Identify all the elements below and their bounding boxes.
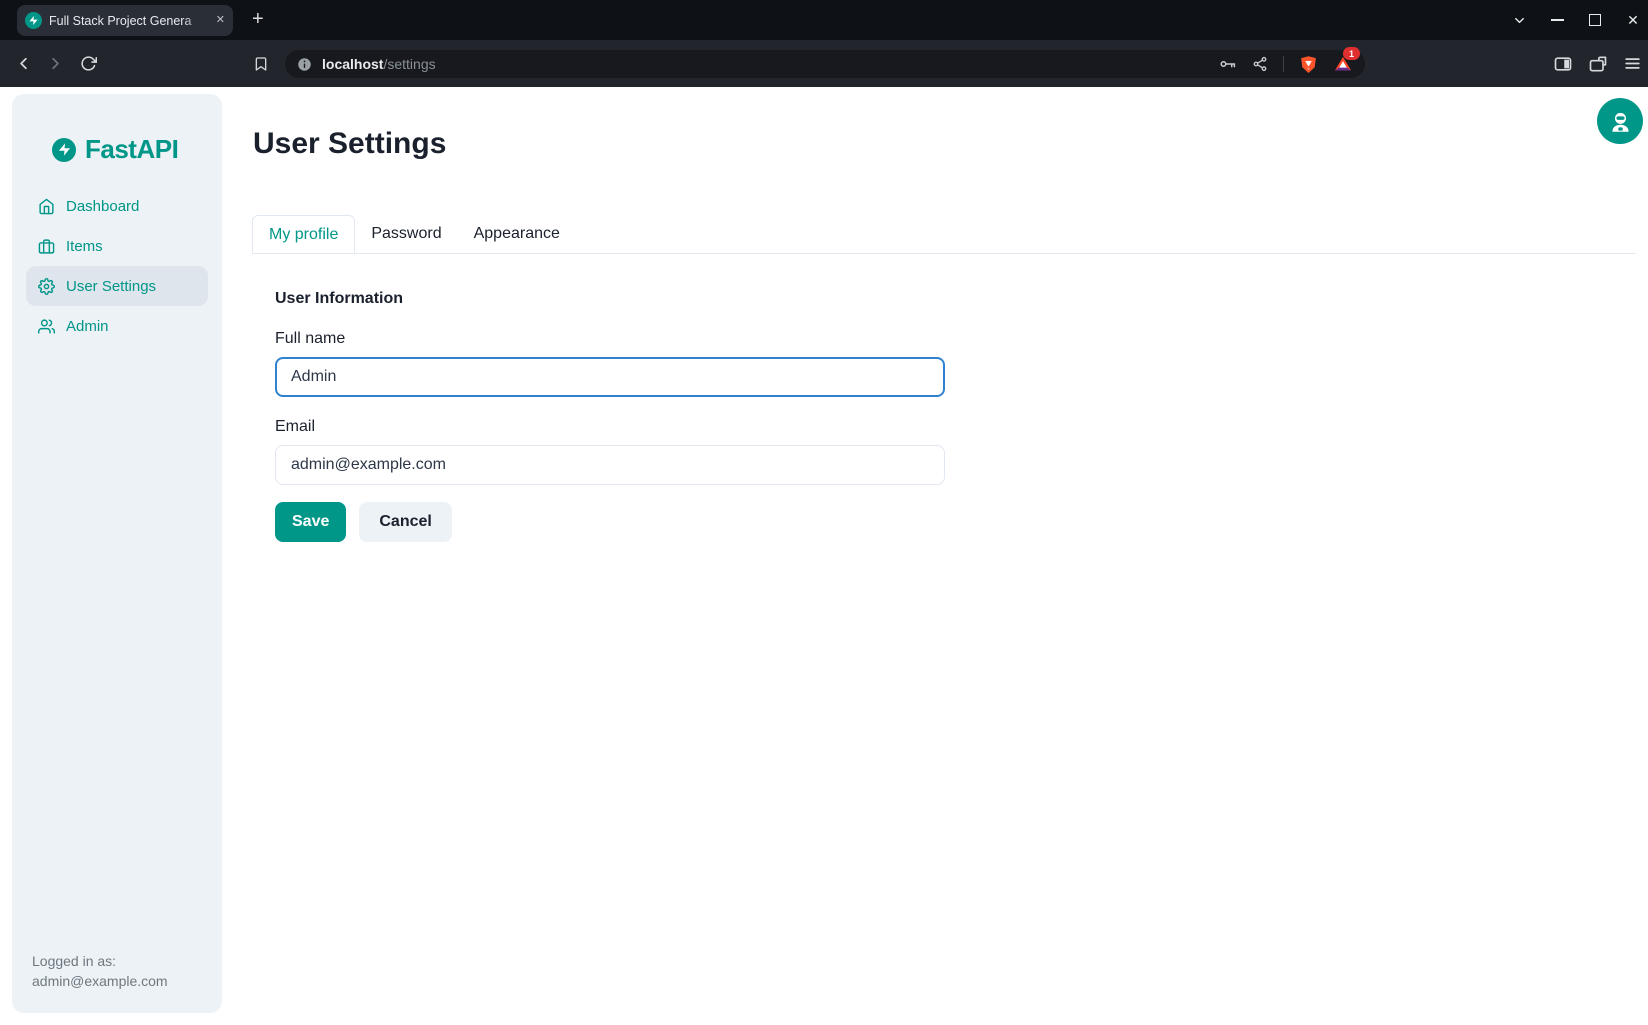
home-icon [38, 198, 55, 215]
sidebar: FastAPI Dashboard Items User Settings Ad… [12, 94, 222, 1013]
full-name-input[interactable] [275, 357, 945, 397]
sidebar-item-dashboard[interactable]: Dashboard [26, 186, 208, 226]
sidebar-item-label: Admin [66, 318, 109, 335]
sidebar-nav: Dashboard Items User Settings Admin [26, 186, 208, 346]
window-controls: ✕ [1511, 0, 1641, 40]
url-bar[interactable]: localhost /settings 1 [285, 50, 1365, 78]
tab-password[interactable]: Password [355, 215, 457, 253]
full-name-label: Full name [275, 330, 945, 348]
email-field: Email [275, 418, 945, 485]
rewards-badge: 1 [1343, 47, 1360, 60]
reload-icon[interactable] [80, 40, 97, 87]
window-minimize-icon[interactable] [1549, 12, 1565, 28]
wallet-icon[interactable] [1588, 54, 1608, 74]
email-label: Email [275, 418, 945, 436]
url-host: localhost [322, 56, 383, 72]
sidebar-item-label: Items [66, 238, 103, 255]
fastapi-favicon-icon [25, 12, 42, 29]
briefcase-icon [38, 238, 55, 255]
window-chevron-down-icon[interactable] [1511, 12, 1527, 28]
password-key-icon[interactable] [1219, 55, 1237, 73]
tab-close-icon[interactable]: ✕ [216, 15, 225, 26]
bookmark-icon[interactable] [253, 40, 269, 87]
save-button[interactable]: Save [275, 502, 346, 542]
sidebar-item-label: User Settings [66, 278, 156, 295]
share-icon[interactable] [1252, 56, 1268, 72]
browser-toolbar: localhost /settings 1 [0, 40, 1648, 87]
site-info-icon[interactable] [297, 57, 312, 72]
back-icon[interactable] [14, 40, 33, 87]
settings-tabs: My profile Password Appearance [252, 215, 1636, 254]
logged-in-as: Logged in as: admin@example.com [32, 951, 168, 991]
brave-shield-icon[interactable] [1299, 55, 1318, 74]
user-menu-button[interactable] [1597, 98, 1643, 144]
tab-strip: Full Stack Project Genera ✕ + ✕ [0, 0, 1648, 40]
menu-icon[interactable] [1623, 54, 1642, 73]
tab-appearance[interactable]: Appearance [458, 215, 576, 253]
full-name-field: Full name [275, 330, 945, 397]
user-information-form: User Information Full name Email Save Ca… [275, 290, 945, 542]
gear-icon [38, 278, 55, 295]
sidebar-item-items[interactable]: Items [26, 226, 208, 266]
section-title: User Information [275, 290, 945, 308]
cancel-button[interactable]: Cancel [359, 502, 451, 542]
window-close-icon[interactable]: ✕ [1625, 12, 1641, 28]
user-astronaut-icon [1608, 109, 1633, 134]
url-divider [1283, 56, 1284, 72]
brave-rewards-icon[interactable]: 1 [1333, 54, 1353, 74]
fastapi-logo[interactable]: FastAPI [52, 134, 178, 165]
app-page: FastAPI Dashboard Items User Settings Ad… [0, 87, 1648, 1025]
logged-in-email: admin@example.com [32, 971, 168, 991]
page-title: User Settings [253, 127, 446, 161]
form-buttons: Save Cancel [275, 502, 945, 542]
url-path: /settings [383, 56, 435, 72]
logo-text: FastAPI [85, 134, 178, 165]
window-maximize-icon[interactable] [1587, 12, 1603, 28]
toolbar-right [1553, 40, 1642, 87]
sidebar-item-label: Dashboard [66, 198, 139, 215]
browser-chrome: Full Stack Project Genera ✕ + ✕ [0, 0, 1648, 87]
sidebar-item-admin[interactable]: Admin [26, 306, 208, 346]
browser-tab[interactable]: Full Stack Project Genera ✕ [17, 5, 233, 36]
fastapi-bolt-icon [52, 138, 76, 162]
split-view-icon[interactable] [1553, 54, 1573, 74]
forward-icon[interactable] [46, 40, 65, 87]
main-content: User Settings My profile Password Appear… [222, 87, 1648, 1025]
tab-my-profile[interactable]: My profile [252, 215, 355, 253]
tab-title: Full Stack Project Genera [49, 14, 212, 28]
email-input[interactable] [275, 445, 945, 485]
users-icon [38, 318, 55, 335]
sidebar-item-user-settings[interactable]: User Settings [26, 266, 208, 306]
new-tab-button[interactable]: + [252, 7, 264, 31]
logged-in-label: Logged in as: [32, 951, 168, 971]
